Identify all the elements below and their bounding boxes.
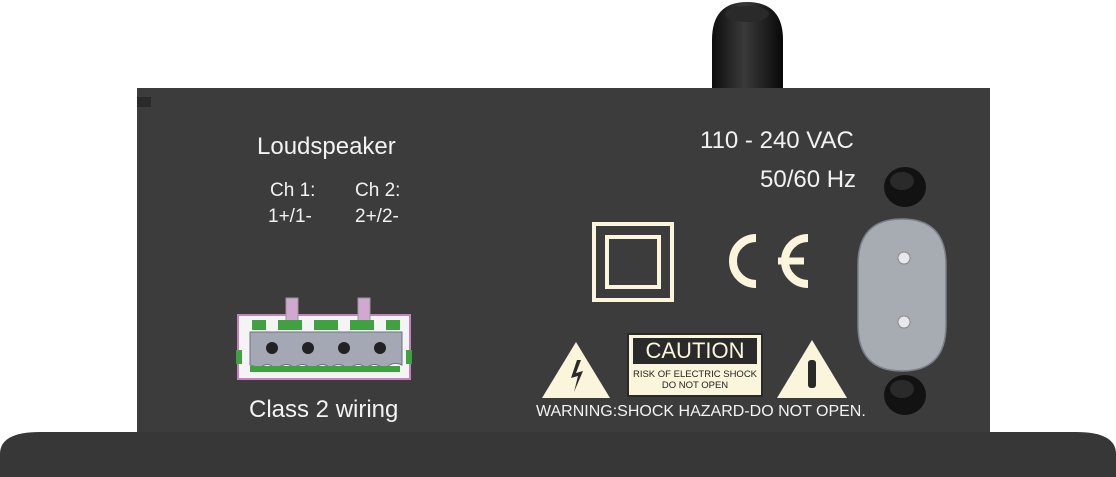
rotary-knob-icon[interactable] [710,0,785,95]
caution-label: CAUTION RISK OF ELECTRIC SHOCK DO NOT OP… [627,333,763,397]
ce-mark-icon [729,234,809,288]
class2-wiring-label: Class 2 wiring [249,396,399,423]
panel-notch [137,97,151,107]
speaker-connector-icon[interactable] [236,290,416,385]
double-square-icon [592,222,674,302]
exclamation-warning-icon [777,340,847,398]
frequency-label: 50/60 Hz [760,166,857,193]
loudspeaker-label: Loudspeaker [257,133,396,160]
ch2-label: Ch 2: [355,180,401,201]
voltage-label: 110 - 240 VAC [700,127,854,154]
ch2-pins: 2+/2- [355,206,399,227]
base-plate [0,432,1116,477]
caution-line1: RISK OF ELECTRIC SHOCK [632,369,758,380]
power-inlet-icon[interactable] [844,165,950,420]
shock-hazard-warning: WARNING:SHOCK HAZARD-DO NOT OPEN. [536,403,866,420]
lightning-warning-icon [542,342,610,398]
caution-title-box: CAUTION [633,338,757,364]
caution-title: CAUTION [645,338,745,363]
caution-line2: DO NOT OPEN [661,380,729,391]
ch1-pins: 1+/1- [268,206,312,227]
ch1-label: Ch 1: [270,180,316,201]
